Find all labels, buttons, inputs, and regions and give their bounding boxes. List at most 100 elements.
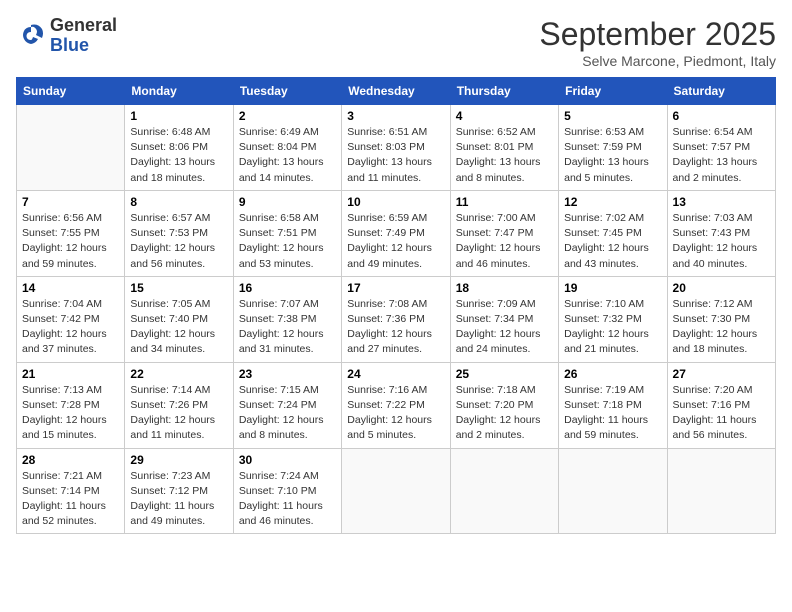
col-header-wednesday: Wednesday: [342, 78, 450, 105]
day-cell: 15 Sunrise: 7:05 AMSunset: 7:40 PMDayligh…: [125, 276, 233, 362]
title-block: September 2025 Selve Marcone, Piedmont, …: [539, 16, 776, 69]
day-number: 15: [130, 281, 227, 295]
day-info: Sunrise: 7:23 AMSunset: 7:12 PMDaylight:…: [130, 469, 227, 530]
day-cell: 11 Sunrise: 7:00 AMSunset: 7:47 PMDayligh…: [450, 190, 558, 276]
day-info: Sunrise: 7:21 AMSunset: 7:14 PMDaylight:…: [22, 469, 119, 530]
day-number: 22: [130, 367, 227, 381]
day-number: 6: [673, 109, 770, 123]
col-header-sunday: Sunday: [17, 78, 125, 105]
month-title: September 2025: [539, 16, 776, 53]
day-number: 26: [564, 367, 661, 381]
week-row-5: 28 Sunrise: 7:21 AMSunset: 7:14 PMDayligh…: [17, 448, 776, 534]
day-number: 10: [347, 195, 444, 209]
day-number: 21: [22, 367, 119, 381]
day-cell: 27 Sunrise: 7:20 AMSunset: 7:16 PMDayligh…: [667, 362, 775, 448]
day-number: 7: [22, 195, 119, 209]
day-info: Sunrise: 7:16 AMSunset: 7:22 PMDaylight:…: [347, 383, 444, 444]
week-row-3: 14 Sunrise: 7:04 AMSunset: 7:42 PMDayligh…: [17, 276, 776, 362]
day-cell: 14 Sunrise: 7:04 AMSunset: 7:42 PMDayligh…: [17, 276, 125, 362]
day-cell: 25 Sunrise: 7:18 AMSunset: 7:20 PMDayligh…: [450, 362, 558, 448]
day-number: 1: [130, 109, 227, 123]
day-number: 25: [456, 367, 553, 381]
day-cell: 24 Sunrise: 7:16 AMSunset: 7:22 PMDayligh…: [342, 362, 450, 448]
day-cell: 4Sunrise: 6:52 AMSunset: 8:01 PMDaylight…: [450, 105, 558, 191]
day-number: 28: [22, 453, 119, 467]
week-row-4: 21 Sunrise: 7:13 AMSunset: 7:28 PMDayligh…: [17, 362, 776, 448]
day-number: 8: [130, 195, 227, 209]
day-info: Sunrise: 7:07 AMSunset: 7:38 PMDaylight:…: [239, 297, 336, 358]
day-info: Sunrise: 7:10 AMSunset: 7:32 PMDaylight:…: [564, 297, 661, 358]
day-info: Sunrise: 6:53 AMSunset: 7:59 PMDaylight:…: [564, 125, 661, 186]
col-header-monday: Monday: [125, 78, 233, 105]
day-info: Sunrise: 7:14 AMSunset: 7:26 PMDaylight:…: [130, 383, 227, 444]
day-info: Sunrise: 6:58 AMSunset: 7:51 PMDaylight:…: [239, 211, 336, 272]
page-header: General Blue September 2025 Selve Marcon…: [16, 16, 776, 69]
day-number: 13: [673, 195, 770, 209]
day-info: Sunrise: 6:52 AMSunset: 8:01 PMDaylight:…: [456, 125, 553, 186]
logo: General Blue: [16, 16, 117, 56]
day-number: 2: [239, 109, 336, 123]
week-row-1: 1 Sunrise: 6:48 AMSunset: 8:06 PMDaylight…: [17, 105, 776, 191]
day-number: 17: [347, 281, 444, 295]
day-info: Sunrise: 6:59 AMSunset: 7:49 PMDaylight:…: [347, 211, 444, 272]
day-number: 3: [347, 109, 444, 123]
day-cell: 2 Sunrise: 6:49 AMSunset: 8:04 PMDaylight…: [233, 105, 341, 191]
day-info: Sunrise: 7:00 AMSunset: 7:47 PMDaylight:…: [456, 211, 553, 272]
day-cell: [559, 448, 667, 534]
day-cell: 20Sunrise: 7:12 AMSunset: 7:30 PMDayligh…: [667, 276, 775, 362]
day-cell: 1 Sunrise: 6:48 AMSunset: 8:06 PMDaylight…: [125, 105, 233, 191]
day-info: Sunrise: 6:51 AMSunset: 8:03 PMDaylight:…: [347, 125, 444, 186]
day-info: Sunrise: 7:13 AMSunset: 7:28 PMDaylight:…: [22, 383, 119, 444]
day-cell: [450, 448, 558, 534]
col-header-saturday: Saturday: [667, 78, 775, 105]
day-info: Sunrise: 7:24 AMSunset: 7:10 PMDaylight:…: [239, 469, 336, 530]
day-cell: 29Sunrise: 7:23 AMSunset: 7:12 PMDayligh…: [125, 448, 233, 534]
day-cell: [667, 448, 775, 534]
day-number: 24: [347, 367, 444, 381]
day-number: 19: [564, 281, 661, 295]
col-header-tuesday: Tuesday: [233, 78, 341, 105]
day-cell: [342, 448, 450, 534]
day-info: Sunrise: 7:15 AMSunset: 7:24 PMDaylight:…: [239, 383, 336, 444]
day-cell: 22 Sunrise: 7:14 AMSunset: 7:26 PMDayligh…: [125, 362, 233, 448]
logo-text: General Blue: [50, 16, 117, 56]
day-info: Sunrise: 6:48 AMSunset: 8:06 PMDaylight:…: [130, 125, 227, 186]
day-cell: 5 Sunrise: 6:53 AMSunset: 7:59 PMDaylight…: [559, 105, 667, 191]
day-number: 27: [673, 367, 770, 381]
day-number: 11: [456, 195, 553, 209]
day-info: Sunrise: 7:19 AMSunset: 7:18 PMDaylight:…: [564, 383, 661, 444]
day-info: Sunrise: 7:09 AMSunset: 7:34 PMDaylight:…: [456, 297, 553, 358]
day-info: Sunrise: 7:18 AMSunset: 7:20 PMDaylight:…: [456, 383, 553, 444]
day-number: 9: [239, 195, 336, 209]
location-subtitle: Selve Marcone, Piedmont, Italy: [539, 53, 776, 69]
day-cell: 7Sunrise: 6:56 AMSunset: 7:55 PMDaylight…: [17, 190, 125, 276]
week-row-2: 7Sunrise: 6:56 AMSunset: 7:55 PMDaylight…: [17, 190, 776, 276]
col-header-thursday: Thursday: [450, 78, 558, 105]
col-header-friday: Friday: [559, 78, 667, 105]
day-number: 18: [456, 281, 553, 295]
day-info: Sunrise: 7:12 AMSunset: 7:30 PMDaylight:…: [673, 297, 770, 358]
day-cell: [17, 105, 125, 191]
day-cell: 23 Sunrise: 7:15 AMSunset: 7:24 PMDayligh…: [233, 362, 341, 448]
day-cell: 28 Sunrise: 7:21 AMSunset: 7:14 PMDayligh…: [17, 448, 125, 534]
day-info: Sunrise: 7:04 AMSunset: 7:42 PMDaylight:…: [22, 297, 119, 358]
day-info: Sunrise: 6:57 AMSunset: 7:53 PMDaylight:…: [130, 211, 227, 272]
day-number: 5: [564, 109, 661, 123]
day-info: Sunrise: 7:05 AMSunset: 7:40 PMDaylight:…: [130, 297, 227, 358]
day-info: Sunrise: 7:20 AMSunset: 7:16 PMDaylight:…: [673, 383, 770, 444]
day-cell: 30Sunrise: 7:24 AMSunset: 7:10 PMDayligh…: [233, 448, 341, 534]
day-number: 14: [22, 281, 119, 295]
day-info: Sunrise: 7:08 AMSunset: 7:36 PMDaylight:…: [347, 297, 444, 358]
day-cell: 16Sunrise: 7:07 AMSunset: 7:38 PMDayligh…: [233, 276, 341, 362]
day-cell: 21 Sunrise: 7:13 AMSunset: 7:28 PMDayligh…: [17, 362, 125, 448]
day-cell: 6Sunrise: 6:54 AMSunset: 7:57 PMDaylight…: [667, 105, 775, 191]
day-info: Sunrise: 7:03 AMSunset: 7:43 PMDaylight:…: [673, 211, 770, 272]
day-cell: 8 Sunrise: 6:57 AMSunset: 7:53 PMDaylight…: [125, 190, 233, 276]
day-cell: 3 Sunrise: 6:51 AMSunset: 8:03 PMDaylight…: [342, 105, 450, 191]
header-row: SundayMondayTuesdayWednesdayThursdayFrid…: [17, 78, 776, 105]
day-info: Sunrise: 6:49 AMSunset: 8:04 PMDaylight:…: [239, 125, 336, 186]
day-number: 23: [239, 367, 336, 381]
day-cell: 10 Sunrise: 6:59 AMSunset: 7:49 PMDayligh…: [342, 190, 450, 276]
day-info: Sunrise: 7:02 AMSunset: 7:45 PMDaylight:…: [564, 211, 661, 272]
day-number: 12: [564, 195, 661, 209]
